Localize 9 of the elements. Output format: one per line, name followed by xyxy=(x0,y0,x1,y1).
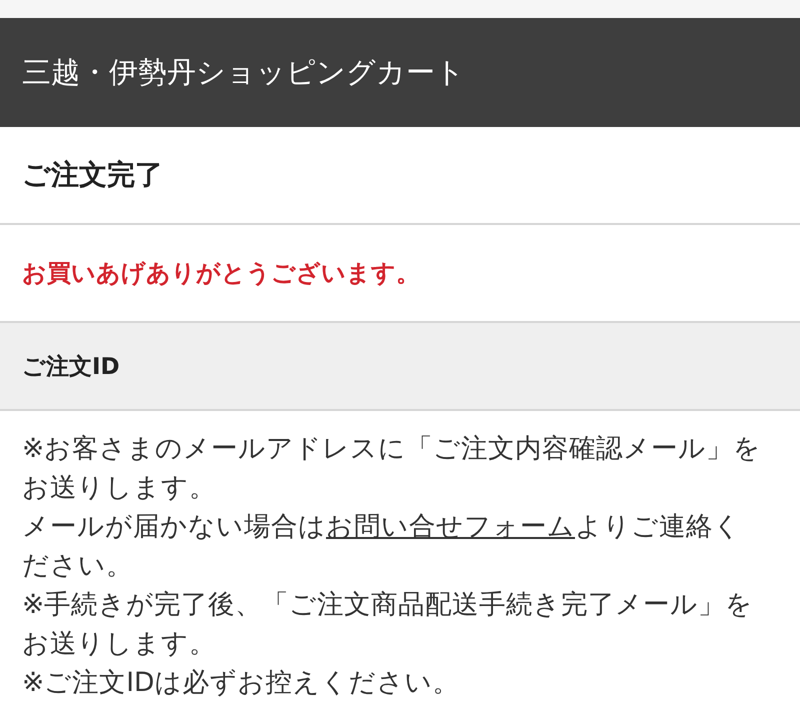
page-title: ご注文完了 xyxy=(22,157,163,193)
header-title: 三越・伊勢丹ショッピングカート xyxy=(22,54,465,90)
order-id-label: ご注文ID xyxy=(22,352,120,382)
note-text: ※お客さまのメールアドレスに「ご注文内容確認メール」をお送りします。 xyxy=(22,432,762,505)
note-text: ※ご注文IDは必ずお控えください。 xyxy=(22,666,460,700)
note-text: ※手続きが完了後、「ご注文商品配送手続き完了メール」をお送りします。 xyxy=(22,588,754,661)
contact-form-link[interactable]: お問い合せフォーム xyxy=(326,511,575,542)
note-text: メールが届かない場合は お問い合せフォーム よりご連絡ください。 xyxy=(22,510,742,583)
thanks-message: お買いあげありがとうございます。 xyxy=(22,258,420,289)
